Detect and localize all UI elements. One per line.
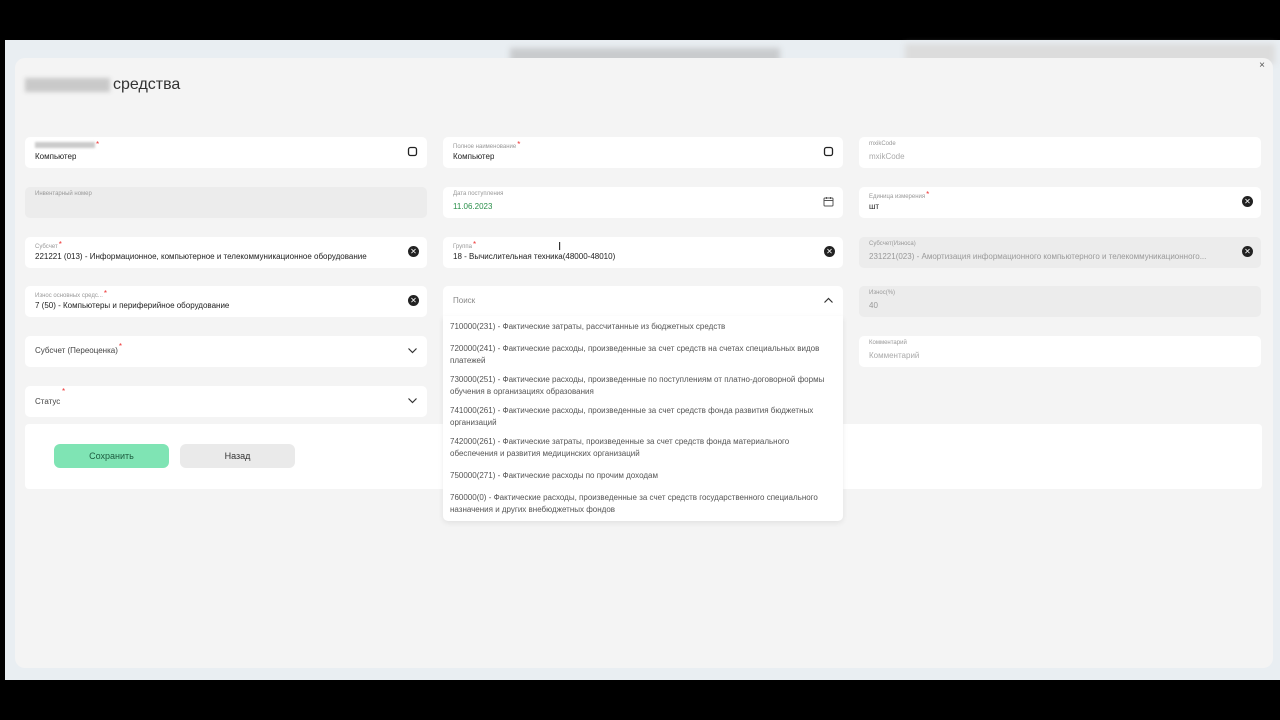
mxik-code-field[interactable]: mxikCode mxikCode [859, 137, 1261, 168]
inventory-label: Инвентарный номер [35, 191, 92, 197]
form-window: × средства * Компьютер Полное наименован… [15, 58, 1273, 668]
subaccount-revaluation-select[interactable]: Субсчет (Переоценка)* [25, 336, 427, 367]
dropdown-option[interactable]: 741000(261) - Фактические расходы, произ… [450, 405, 835, 429]
unit-label: Единица измерения* [869, 190, 930, 200]
chevron-up-icon[interactable] [823, 295, 834, 306]
clear-icon[interactable]: ✕ [1242, 246, 1253, 257]
status-select[interactable]: Статус * [25, 386, 427, 417]
comment-label: Комментарий [869, 340, 907, 346]
required-mark: * [62, 387, 66, 396]
unit-value: шт [869, 202, 880, 211]
full-name-field[interactable]: Полное наименование* Компьютер [443, 137, 843, 168]
search-input[interactable]: Поиск [453, 296, 475, 305]
screen: × средства * Компьютер Полное наименован… [0, 0, 1280, 720]
subaccount-wear-label: Субсчет(Износа) [869, 241, 916, 247]
receipt-date-field[interactable]: Дата поступления 11.06.2023 [443, 187, 843, 218]
name-value: Компьютер [35, 152, 77, 161]
save-button[interactable]: Сохранить [54, 444, 169, 468]
group-label: Группа* [453, 240, 477, 250]
subaccount-field[interactable]: Субсчет* 221221 (013) - Информационное, … [25, 237, 427, 268]
chevron-down-icon[interactable] [407, 345, 418, 356]
name-field[interactable]: * Компьютер [25, 137, 427, 168]
wear-percent-field: Износ(%) 40 [859, 286, 1261, 317]
dropdown-option[interactable]: 710000(231) - Фактические затраты, рассч… [450, 321, 835, 333]
inventory-number-field: Инвентарный номер [25, 187, 427, 218]
subaccount-value: 221221 (013) - Информационное, компьютер… [35, 252, 367, 261]
calendar-icon[interactable] [823, 196, 834, 207]
dropdown-option[interactable]: 730000(251) - Фактические расходы, произ… [450, 374, 835, 398]
close-icon[interactable]: × [1259, 60, 1265, 71]
clear-icon[interactable]: ✕ [408, 295, 419, 306]
name-label: * [35, 140, 99, 150]
comment-field[interactable]: Комментарий Комментарий [859, 336, 1261, 367]
page-title: средства [25, 76, 180, 94]
full-name-label: Полное наименование* [453, 140, 521, 150]
dropdown-option[interactable]: 720000(241) - Фактические расходы, произ… [450, 343, 835, 367]
full-name-value: Компьютер [453, 152, 495, 161]
subaccount-reval-label: Субсчет (Переоценка)* [35, 342, 122, 355]
edit-icon[interactable] [823, 146, 834, 157]
subaccount-wear-value: 231221(023) - Амортизация информационног… [869, 252, 1207, 261]
clear-icon[interactable]: ✕ [824, 246, 835, 257]
back-button[interactable]: Назад [180, 444, 295, 468]
receipt-date-label: Дата поступления [453, 191, 504, 197]
comment-placeholder: Комментарий [869, 351, 920, 360]
dropdown-options-panel: 710000(231) - Фактические затраты, рассч… [443, 316, 843, 521]
wear-fixed-label: Износ основных средс...* [35, 289, 108, 299]
group-field[interactable]: Группа* 18 - Вычислительная техника(4800… [443, 237, 843, 268]
clear-icon[interactable]: ✕ [408, 246, 419, 257]
wear-fixed-value: 7 (50) - Компьютеры и периферийное обору… [35, 301, 230, 310]
group-value: 18 - Вычислительная техника(48000-48010) [453, 252, 616, 261]
unit-field[interactable]: Единица измерения* шт ✕ [859, 187, 1261, 218]
text-cursor-icon: I [558, 240, 562, 253]
chevron-down-icon[interactable] [407, 395, 418, 406]
blurred-title-part [25, 77, 110, 92]
clear-icon[interactable]: ✕ [1242, 196, 1253, 207]
receipt-date-value: 11.06.2023 [453, 202, 493, 211]
dropdown-option[interactable]: 750000(271) - Фактические расходы по про… [450, 470, 835, 482]
wear-percent-value: 40 [869, 301, 878, 310]
mxik-label: mxikCode [869, 141, 896, 147]
subaccount-wear-field: Субсчет(Износа) 231221(023) - Амортизаци… [859, 237, 1261, 268]
status-label: Статус [35, 397, 61, 406]
subaccount-label: Субсчет* [35, 240, 62, 250]
mxik-placeholder: mxikCode [869, 152, 905, 161]
dropdown-option[interactable]: 760000(0) - Фактические расходы, произве… [450, 492, 835, 516]
search-select[interactable]: Поиск [443, 286, 843, 317]
wear-fixed-assets-field[interactable]: Износ основных средс...* 7 (50) - Компью… [25, 286, 427, 317]
edit-icon[interactable] [407, 146, 418, 157]
wear-percent-label: Износ(%) [869, 290, 896, 296]
dropdown-option[interactable]: 742000(261) - Фактические затраты, произ… [450, 436, 835, 460]
